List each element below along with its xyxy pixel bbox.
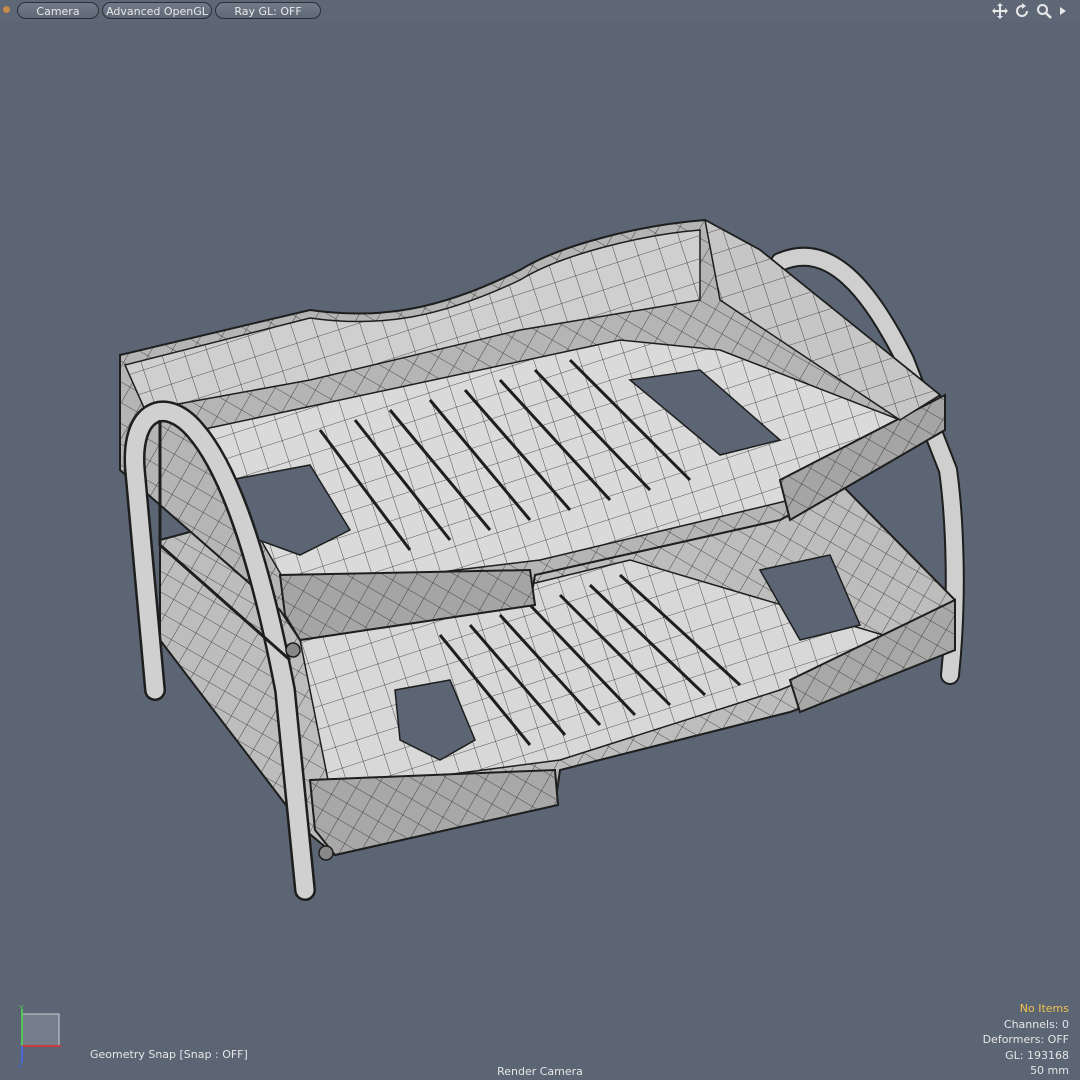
- axis-y-label: Y: [18, 1004, 24, 1013]
- channels-count: Channels: 0: [1003, 1017, 1069, 1031]
- camera-button[interactable]: Camera: [17, 2, 99, 19]
- ray-gl-button[interactable]: Ray GL: OFF: [215, 2, 321, 19]
- rotate-icon[interactable]: [1014, 3, 1030, 19]
- tray-wireframe-model[interactable]: [0, 0, 1080, 1080]
- move-icon[interactable]: [992, 3, 1008, 19]
- gl-polycount: GL: 193168: [1005, 1048, 1069, 1062]
- geometry-snap-status: Geometry Snap [Snap : OFF]: [90, 1048, 248, 1061]
- items-count: No Items: [1019, 1002, 1069, 1015]
- focal-length: 50 mm: [1030, 1064, 1069, 1078]
- deformers-status: Deformers: OFF: [982, 1033, 1069, 1047]
- zoom-icon[interactable]: [1036, 3, 1052, 19]
- render-camera-label: Render Camera: [497, 1065, 583, 1078]
- axis-gizmo: Y Z: [14, 1003, 64, 1069]
- viewport-toolbar: Camera Advanced OpenGL Ray GL: OFF: [0, 0, 1080, 22]
- viewport-menu-dot[interactable]: [3, 6, 10, 13]
- advanced-opengl-button[interactable]: Advanced OpenGL: [102, 2, 212, 19]
- 3d-viewport[interactable]: Camera Advanced OpenGL Ray GL: OFF Y Z G…: [0, 0, 1080, 1080]
- viewport-stats: No Items Channels: 0 Deformers: OFF GL: …: [983, 1001, 1069, 1079]
- viewport-nav-icons: [992, 1, 1074, 21]
- menu-arrow-icon[interactable]: [1058, 3, 1074, 19]
